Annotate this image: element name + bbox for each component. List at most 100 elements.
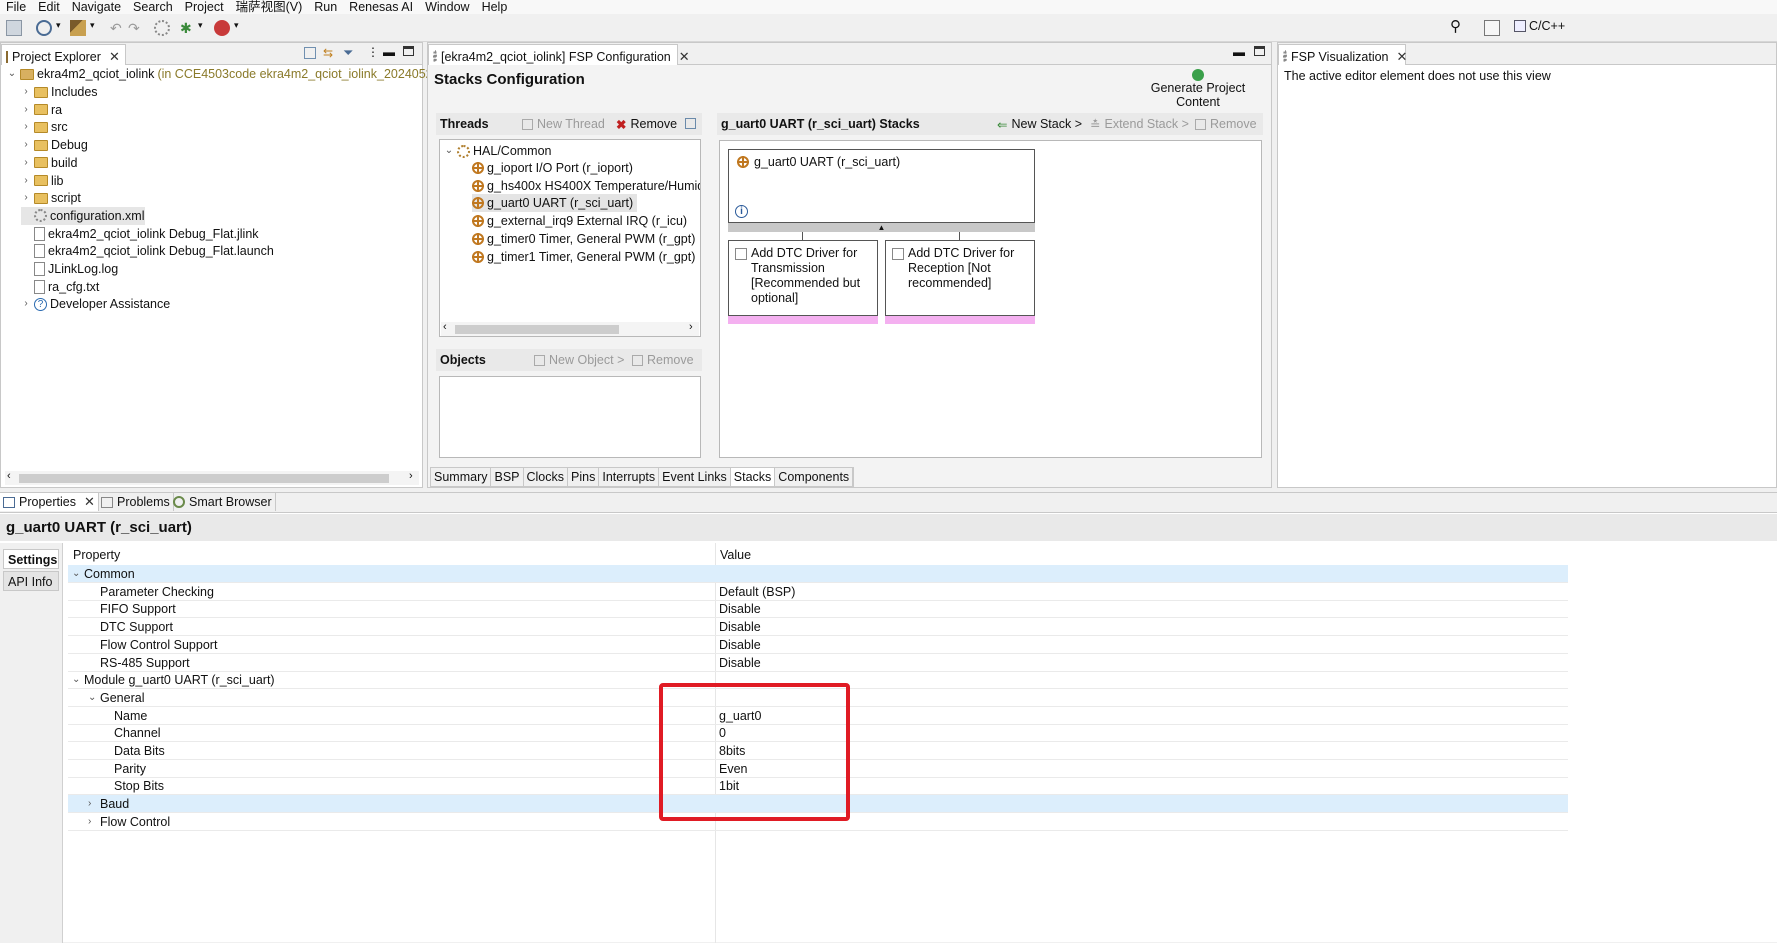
tab-clocks[interactable]: Clocks [524,468,569,486]
property-row[interactable]: Parameter Checking Default (BSP) [68,583,1568,601]
forward-icon[interactable]: ↷ [128,20,144,36]
collapse-icon[interactable] [685,118,696,129]
thread-item[interactable]: g_external_irq9 External IRQ (r_icu) [472,212,687,230]
search-icon[interactable]: ⚲ [1450,17,1466,35]
remove-thread-button[interactable]: ✖ Remove [616,117,677,132]
perspective-cpp-button[interactable]: C/C++ [1514,19,1565,33]
chevron-right-icon[interactable]: › [21,172,31,190]
scrollbar-thumb[interactable] [455,325,619,334]
maximize-icon[interactable] [1254,46,1265,56]
menu-item-project[interactable]: Project [179,0,230,14]
close-icon[interactable]: ✕ [679,49,690,65]
chevron-right-icon[interactable]: › [21,295,31,313]
chevron-right-icon[interactable]: › [88,795,91,813]
new-thread-button[interactable]: New Thread [522,117,605,131]
thread-item[interactable]: g_ioport I/O Port (r_ioport) [472,159,633,177]
tree-item[interactable]: › src [21,118,67,136]
tab-fsp-visualization[interactable]: FSP Visualization ✕ [1278,44,1408,65]
threads-horizontal-scrollbar[interactable]: ‹ › [441,321,699,336]
tab-event-links[interactable]: Event Links [659,468,731,486]
debug-icon[interactable]: ✱ [180,20,196,36]
thread-item[interactable]: g_timer1 Timer, General PWM (r_gpt) [472,248,695,266]
collapse-stack-icon[interactable]: ▲ [728,222,1035,232]
chevron-right-icon[interactable]: › [88,813,91,831]
menu-item-navigate[interactable]: Navigate [66,0,127,14]
scrollbar-thumb[interactable] [19,474,389,483]
tab-pins[interactable]: Pins [568,468,600,486]
chevron-right-icon[interactable]: › [21,101,31,119]
run-icon[interactable] [214,20,230,36]
remove-object-button[interactable]: Remove [632,353,694,367]
property-value[interactable]: Default (BSP) [719,583,795,601]
chevron-right-icon[interactable]: › [21,189,31,207]
extend-stack-button[interactable]: ≛ Extend Stack > [1090,117,1189,132]
tab-components[interactable]: Components [775,468,854,486]
project-root[interactable]: ⌄ ekra4m2_qciot_iolink (in CCE4503code e… [7,65,444,83]
property-value[interactable]: Disable [719,600,761,618]
menu-item-window[interactable]: Window [419,0,475,14]
chevron-down-icon[interactable]: ⌄ [88,689,96,707]
scroll-right-icon[interactable]: › [409,470,413,482]
property-row[interactable]: ⌄ Common [68,565,1568,583]
menu-item-edit[interactable]: Edit [32,0,66,14]
tree-item[interactable]: JLinkLog.log [21,260,118,278]
property-row[interactable]: DTC Support Disable [68,618,1568,637]
close-icon[interactable]: ✕ [84,494,95,510]
tab-fsp-configuration[interactable]: [ekra4m2_qciot_iolink] FSP Configuration… [428,44,690,65]
horizontal-scrollbar[interactable]: ‹ › [5,470,419,485]
maximize-icon[interactable] [403,46,414,56]
chevron-right-icon[interactable]: › [21,118,31,136]
link-editor-icon[interactable]: ⇆ [323,46,333,60]
tree-item[interactable]: ra_cfg.txt [21,278,99,296]
chevron-down-icon[interactable]: ▾ [198,20,206,36]
scroll-left-icon[interactable]: ‹ [7,470,11,482]
tree-item[interactable]: › ra [21,101,62,119]
stack-block-g-uart0[interactable]: g_uart0 UART (r_sci_uart) i ▲ [728,149,1035,232]
remove-stack-button[interactable]: Remove [1195,117,1257,131]
info-icon[interactable]: i [735,205,748,218]
scroll-left-icon[interactable]: ‹ [443,321,447,333]
side-tab-api-info[interactable]: API Info [3,571,59,591]
tab-project-explorer[interactable]: Project Explorer ✕ [1,44,126,65]
tree-item[interactable]: configuration.xml [21,206,145,225]
tree-item[interactable]: › build [21,154,77,172]
thread-item[interactable]: g_timer0 Timer, General PWM (r_gpt) [472,230,695,248]
side-tab-settings[interactable]: Settings [3,549,59,569]
tab-stacks[interactable]: Stacks [730,468,776,486]
minimize-icon[interactable]: ▬ [1233,45,1245,59]
chevron-right-icon[interactable]: › [21,154,31,172]
tab-bsp[interactable]: BSP [491,468,524,486]
tab-problems[interactable]: Problems [98,493,174,511]
tab-smart-browser[interactable]: Smart Browser [170,493,276,511]
tree-item[interactable]: ekra4m2_qciot_iolink Debug_Flat.launch [21,242,274,260]
view-menu-icon[interactable]: ⋮ [367,45,379,59]
thread-item[interactable]: g_uart0 UART (r_sci_uart) [472,194,638,213]
save-icon[interactable] [6,20,22,36]
stack-block-dtc-transmission[interactable]: Add DTC Driver for Transmission [Recomme… [728,240,878,324]
tree-item[interactable]: ›? Developer Assistance [21,295,170,313]
menu-item-run[interactable]: Run [308,0,343,14]
close-icon[interactable]: ✕ [1397,49,1408,65]
menu-item-search[interactable]: Search [127,0,179,14]
menu-item-help[interactable]: Help [476,0,514,14]
close-icon[interactable]: ✕ [109,49,120,65]
build-config-icon[interactable] [36,20,52,36]
chevron-down-icon[interactable]: ⌄ [7,65,17,83]
menu-item-renesas-ai[interactable]: Renesas AI [343,0,419,14]
new-object-button[interactable]: New Object > [534,353,624,367]
chevron-down-icon[interactable]: ▾ [56,20,64,36]
chevron-right-icon[interactable]: › [21,136,31,154]
property-row[interactable]: RS-485 Support Disable [68,654,1568,672]
chevron-down-icon[interactable]: ⌄ [444,142,454,160]
menu-item--v-[interactable]: 瑞萨视图(V) [230,0,309,14]
chevron-right-icon[interactable]: › [21,83,31,101]
tab-interrupts[interactable]: Interrupts [599,468,660,486]
menu-item-file[interactable]: File [0,0,32,14]
chevron-down-icon[interactable]: ⌄ [72,671,80,689]
tree-item[interactable]: › lib [21,172,63,190]
stack-block-dtc-reception[interactable]: Add DTC Driver for Reception [Not recomm… [885,240,1035,324]
open-perspective-icon[interactable] [1484,20,1500,36]
tree-item[interactable]: › Debug [21,136,88,154]
settings-icon[interactable] [154,20,170,36]
filter-icon[interactable]: ⏷ [343,45,353,61]
